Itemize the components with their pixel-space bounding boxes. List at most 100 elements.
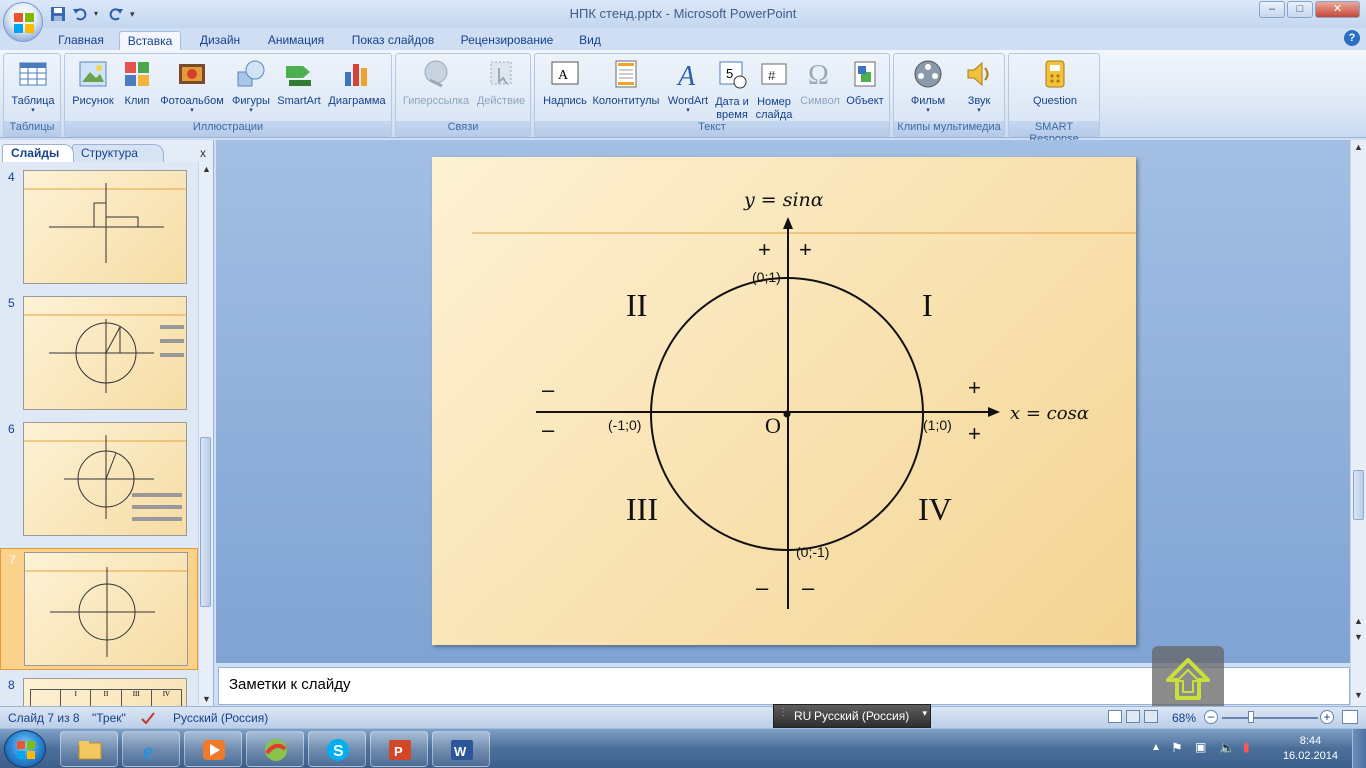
taskbar-internet-explorer[interactable]: e — [122, 731, 180, 767]
chart-button[interactable]: Диаграмма — [325, 58, 389, 107]
clock-time: 8:44 — [1299, 735, 1322, 747]
close-button[interactable]: ✕ — [1315, 1, 1360, 18]
zoom-in-icon[interactable]: + — [1320, 710, 1334, 724]
point-left-label: (-1;0) — [608, 417, 642, 433]
y-axis-label: y = sinα — [744, 189, 824, 211]
taskbar-powerpoint[interactable]: P — [370, 731, 428, 767]
scroll-up-icon[interactable]: ▲ — [1354, 142, 1363, 152]
zoom-level[interactable]: 68% — [1172, 711, 1196, 725]
window-title: НПК стенд.pptx - Microsoft PowerPoint — [569, 6, 797, 21]
sound-button[interactable]: Звук ▾ — [956, 58, 1002, 115]
office-button[interactable] — [3, 2, 43, 42]
show-hidden-icons-icon[interactable]: ▲ — [1151, 742, 1161, 753]
header-footer-button[interactable]: Колонтитулы — [591, 58, 661, 107]
sign-top-left: + — [758, 237, 771, 262]
action-button[interactable]: Действие — [474, 58, 528, 107]
taskbar-skype[interactable]: S — [308, 731, 366, 767]
slide-thumbnail[interactable]: 8 I II III IV — [0, 674, 198, 706]
ie-icon: e — [143, 739, 154, 763]
zoom-out-icon[interactable]: – — [1204, 710, 1218, 724]
start-button[interactable] — [4, 730, 46, 768]
slide-sorter-icon[interactable] — [1126, 710, 1140, 723]
panel-scrollbar[interactable]: ▲ ▼ — [198, 162, 212, 706]
slide-thumbnail-selected[interactable]: 7 — [0, 548, 198, 670]
picture-label: Рисунок — [72, 95, 114, 107]
quadrant-4-label: IV — [918, 491, 952, 527]
movie-button[interactable]: Фильм ▾ — [900, 58, 956, 115]
taskbar-app-orb[interactable] — [246, 731, 304, 767]
scroll-up-icon[interactable]: ▲ — [202, 164, 211, 174]
symbol-button[interactable]: Ω Символ — [797, 58, 843, 107]
volume-icon[interactable]: 🔈 — [1219, 740, 1235, 756]
zoom-slider-thumb[interactable] — [1248, 711, 1254, 723]
normal-view-icon[interactable] — [1108, 710, 1122, 723]
photo-album-label: Фотоальбом — [160, 95, 224, 107]
current-slide[interactable]: y = sinα x = cosα O (0;1) (0;-1) (-1;0) … — [432, 157, 1136, 645]
network-icon[interactable]: ▮ — [1243, 740, 1250, 754]
tab-view[interactable]: Вид — [570, 31, 610, 50]
device-icon[interactable]: ▣ — [1195, 740, 1206, 754]
shapes-button[interactable]: Фигуры ▾ — [229, 58, 273, 115]
wordart-icon: A — [676, 61, 696, 92]
x-axis-arrow-icon — [988, 407, 1000, 417]
tab-slideshow[interactable]: Показ слайдов — [344, 31, 442, 50]
next-slide-icon[interactable]: ▼ — [1354, 632, 1363, 642]
taskbar-explorer[interactable] — [60, 731, 118, 767]
slide-thumbnail[interactable]: 4 — [0, 166, 198, 288]
table-button[interactable]: Таблица ▾ — [8, 58, 58, 115]
sign-bottom-left: – — [756, 575, 769, 600]
tab-slides[interactable]: Слайды — [2, 144, 74, 162]
picture-button[interactable]: Рисунок — [69, 58, 117, 107]
object-button[interactable]: Объект — [843, 58, 887, 107]
taskbar-word[interactable]: W — [432, 731, 490, 767]
fit-to-window-icon[interactable] — [1342, 710, 1358, 724]
origin-point — [783, 410, 791, 418]
tab-home[interactable]: Главная — [48, 31, 114, 50]
tab-animation[interactable]: Анимация — [258, 31, 334, 50]
scroll-down-icon[interactable]: ▼ — [202, 694, 211, 704]
minimize-button[interactable]: – — [1259, 1, 1285, 18]
show-desktop-button[interactable] — [1352, 729, 1366, 768]
question-button[interactable]: Question — [1019, 58, 1091, 107]
previous-slide-icon[interactable]: ▲ — [1354, 616, 1363, 626]
slide-preview — [23, 422, 187, 536]
sign-left-top: – — [542, 377, 555, 402]
tab-review[interactable]: Рецензирование — [452, 31, 562, 50]
slideshow-view-icon[interactable] — [1144, 710, 1158, 723]
close-panel-icon[interactable]: x — [200, 146, 206, 160]
textbox-button[interactable]: A Надпись — [539, 58, 591, 107]
maximize-button[interactable]: □ — [1287, 1, 1313, 18]
taskbar-media-player[interactable] — [184, 731, 242, 767]
language-bar[interactable]: ⋮ RU Русский (Россия) ▾ — [773, 704, 931, 728]
scroll-down-icon[interactable]: ▼ — [1354, 690, 1363, 700]
spellcheck-icon[interactable] — [140, 711, 156, 725]
date-time-button[interactable]: 5 Дата и время — [713, 58, 751, 122]
slide-preview — [23, 296, 187, 410]
system-tray: ▲ ⚑ ▣ 🔈 ▮ 8:44 16.02.2014 — [1151, 729, 1366, 768]
slide-number: 6 — [8, 422, 15, 436]
zoom-slider[interactable] — [1222, 717, 1318, 719]
clipart-button[interactable]: Клип — [119, 58, 155, 107]
language-status[interactable]: Русский (Россия) — [173, 711, 268, 725]
action-icon — [490, 61, 512, 85]
help-icon[interactable]: ? — [1344, 30, 1360, 46]
powerpoint-icon: P — [389, 740, 411, 760]
hyperlink-button[interactable]: Гиперссылка — [400, 58, 472, 107]
tab-insert[interactable]: Вставка — [119, 31, 181, 50]
scrollbar-thumb[interactable] — [1353, 470, 1364, 520]
tab-outline[interactable]: Структура — [72, 144, 164, 162]
smartart-button[interactable]: SmartArt — [275, 58, 323, 107]
scrollbar-thumb[interactable] — [200, 437, 211, 607]
slide-scrollbar[interactable]: ▲ ▲ ▼ ▼ — [1350, 140, 1366, 706]
photo-album-button[interactable]: Фотоальбом ▾ — [157, 58, 227, 115]
clock[interactable]: 8:44 16.02.2014 — [1283, 734, 1338, 764]
slide-thumbnail[interactable]: 5 — [0, 292, 198, 414]
wordart-button[interactable]: A WordArt ▾ — [663, 58, 713, 115]
title-bar: ▾ ▾ НПК стенд.pptx - Microsoft PowerPoin… — [0, 0, 1366, 28]
slide-number-button[interactable]: # Номер слайда — [753, 58, 795, 122]
language-options-icon[interactable]: ▾ — [922, 708, 927, 719]
chevron-down-icon: ▾ — [31, 107, 35, 114]
slide-thumbnail[interactable]: 6 — [0, 418, 198, 540]
action-center-flag-icon[interactable]: ⚑ — [1171, 740, 1183, 756]
tab-design[interactable]: Дизайн — [192, 31, 248, 50]
